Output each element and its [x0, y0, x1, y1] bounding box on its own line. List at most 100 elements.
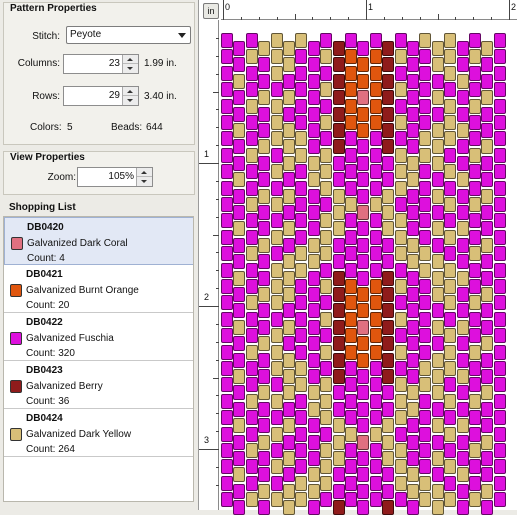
- bead[interactable]: [456, 352, 469, 368]
- bead[interactable]: [369, 459, 382, 475]
- bead[interactable]: [369, 393, 382, 409]
- bead[interactable]: [444, 344, 457, 360]
- bead[interactable]: [258, 237, 271, 253]
- bead[interactable]: [345, 197, 357, 212]
- bead[interactable]: [357, 352, 370, 368]
- bead[interactable]: [270, 98, 283, 114]
- bead[interactable]: [419, 328, 432, 344]
- bead[interactable]: [382, 139, 395, 155]
- bead[interactable]: [270, 393, 283, 409]
- bead[interactable]: [493, 492, 506, 508]
- bead[interactable]: [245, 426, 258, 442]
- bead[interactable]: [245, 410, 258, 426]
- bead[interactable]: [456, 319, 469, 335]
- bead[interactable]: [431, 73, 444, 89]
- bead[interactable]: [369, 443, 382, 458]
- bead[interactable]: [369, 295, 382, 311]
- bead[interactable]: [245, 164, 258, 180]
- bead[interactable]: [345, 262, 357, 278]
- bead[interactable]: [431, 451, 444, 466]
- bead[interactable]: [493, 180, 506, 196]
- bead[interactable]: [456, 467, 469, 483]
- bead[interactable]: [394, 82, 407, 98]
- bead[interactable]: [382, 123, 395, 138]
- bead[interactable]: [481, 500, 494, 515]
- bead[interactable]: [233, 385, 246, 401]
- bead[interactable]: [245, 443, 258, 458]
- bead[interactable]: [431, 254, 444, 270]
- bead[interactable]: [357, 155, 370, 171]
- bead[interactable]: [258, 270, 271, 286]
- bead[interactable]: [270, 295, 283, 311]
- bead[interactable]: [407, 139, 419, 155]
- bead[interactable]: [481, 467, 494, 483]
- bead[interactable]: [233, 467, 246, 483]
- bead[interactable]: [283, 385, 295, 401]
- bead[interactable]: [382, 237, 395, 253]
- bead[interactable]: [394, 410, 407, 426]
- bead[interactable]: [394, 213, 407, 229]
- bead[interactable]: [444, 115, 457, 130]
- bead[interactable]: [382, 352, 395, 368]
- bead[interactable]: [233, 73, 246, 89]
- bead[interactable]: [320, 49, 333, 65]
- shopping-list-item[interactable]: DB0424 Galvanized Dark Yellow Count: 264: [4, 409, 193, 457]
- columns-value[interactable]: 23: [109, 55, 120, 73]
- bead[interactable]: [369, 361, 382, 376]
- bead[interactable]: [369, 492, 382, 508]
- bead[interactable]: [481, 41, 494, 56]
- bead[interactable]: [233, 451, 246, 466]
- bead[interactable]: [357, 287, 370, 302]
- bead[interactable]: [307, 303, 320, 319]
- bead[interactable]: [493, 311, 506, 327]
- bead[interactable]: [245, 131, 258, 147]
- bead[interactable]: [283, 336, 295, 352]
- bead[interactable]: [307, 205, 320, 220]
- bead[interactable]: [469, 279, 481, 294]
- bead[interactable]: [345, 98, 357, 114]
- bead[interactable]: [270, 377, 283, 393]
- bead[interactable]: [233, 401, 246, 417]
- bead[interactable]: [221, 164, 233, 180]
- bead[interactable]: [407, 401, 419, 417]
- bead[interactable]: [394, 131, 407, 147]
- bead[interactable]: [357, 369, 370, 384]
- bead[interactable]: [221, 246, 233, 262]
- bead[interactable]: [233, 123, 246, 138]
- bead[interactable]: [320, 328, 333, 344]
- bead[interactable]: [258, 401, 271, 417]
- bead[interactable]: [469, 82, 481, 98]
- bead[interactable]: [295, 443, 308, 458]
- bead[interactable]: [283, 418, 295, 434]
- bead[interactable]: [345, 147, 357, 163]
- bead[interactable]: [295, 65, 308, 81]
- bead[interactable]: [431, 303, 444, 319]
- bead[interactable]: [320, 361, 333, 376]
- bead[interactable]: [221, 295, 233, 311]
- bead[interactable]: [345, 361, 357, 376]
- bead[interactable]: [283, 155, 295, 171]
- bead[interactable]: [469, 295, 481, 311]
- bead[interactable]: [382, 418, 395, 434]
- bead[interactable]: [270, 164, 283, 180]
- bead[interactable]: [295, 197, 308, 212]
- bead[interactable]: [419, 115, 432, 130]
- bead[interactable]: [419, 459, 432, 475]
- bead[interactable]: [295, 131, 308, 147]
- columns-stepper[interactable]: 23: [63, 54, 139, 74]
- bead[interactable]: [295, 180, 308, 196]
- bead[interactable]: [444, 164, 457, 180]
- bead[interactable]: [295, 147, 308, 163]
- bead[interactable]: [270, 361, 283, 376]
- bead[interactable]: [345, 410, 357, 426]
- bead[interactable]: [369, 475, 382, 491]
- bead[interactable]: [419, 492, 432, 508]
- bead[interactable]: [407, 352, 419, 368]
- bead[interactable]: [444, 361, 457, 376]
- bead[interactable]: [307, 254, 320, 270]
- bead[interactable]: [419, 344, 432, 360]
- bead[interactable]: [307, 139, 320, 155]
- bead[interactable]: [419, 49, 432, 65]
- bead[interactable]: [493, 295, 506, 311]
- bead[interactable]: [221, 311, 233, 327]
